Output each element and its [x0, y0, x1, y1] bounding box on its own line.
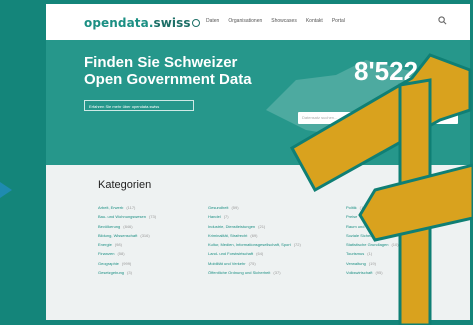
hero-banner: Finden Sie Schweizer Open Government Dat… — [46, 40, 470, 165]
category-link[interactable]: Statistische Grundlagen (10) — [346, 240, 456, 249]
category-link[interactable]: Bevölkerung (846) — [98, 222, 208, 231]
category-link[interactable]: Soziale Sicherheit (161) — [346, 231, 456, 240]
nav-showcases[interactable]: Showcases — [271, 18, 297, 24]
site-logo[interactable]: opendata.swiss — [84, 16, 200, 30]
nav-portal[interactable]: Portal — [332, 18, 345, 24]
nav-daten[interactable]: Daten — [206, 18, 219, 24]
logo-circle-icon — [191, 19, 200, 27]
main-nav: Daten Organisationen Showcases Kontakt P… — [206, 18, 345, 24]
nav-kontakt[interactable]: Kontakt — [306, 18, 323, 24]
category-link[interactable]: Energie (98) — [98, 240, 208, 249]
category-link[interactable]: Verwaltung (19) — [346, 259, 456, 268]
search-input[interactable]: Datensatz suchen... — [298, 112, 458, 124]
category-link[interactable]: Öffentliche Ordnung und Sicherheit (37) — [208, 268, 318, 277]
learn-more-button[interactable]: Erfahren Sie mehr über opendata.swiss — [84, 100, 194, 111]
category-link[interactable]: Bau- und Wohnungswesen (73) — [98, 212, 208, 221]
category-link[interactable]: Raum und Umwelt (248) — [346, 222, 456, 231]
category-link[interactable]: Land- und Forstwirtschaft (64) — [208, 249, 318, 258]
categories-column-2: Gesundheit (59) Handel (7) Industrie, Dien… — [208, 203, 318, 277]
category-link[interactable]: Preise (3) — [346, 212, 456, 221]
logo-text-2: swiss — [153, 16, 191, 30]
category-link[interactable]: Volkswirtschaft (95) — [346, 268, 456, 277]
category-link[interactable]: Gesetzgebung (3) — [98, 268, 208, 277]
search-icon[interactable] — [438, 16, 447, 25]
categories-heading: Kategorien — [98, 179, 152, 191]
search-placeholder: Datensatz suchen... — [302, 115, 338, 120]
category-link[interactable]: Finanzen (58) — [98, 249, 208, 258]
categories-section: Kategorien Arbeit, Erwerb (117) Bau- und … — [46, 165, 470, 320]
dataset-count-label: Datensä — [401, 86, 420, 92]
category-link[interactable]: Industrie, Dienstleistungen (21) — [208, 222, 318, 231]
category-link[interactable]: Arbeit, Erwerb (117) — [98, 203, 208, 212]
category-link[interactable]: Bildung, Wissenschaft (316) — [98, 231, 208, 240]
category-link[interactable]: Handel (7) — [208, 212, 318, 221]
hero-title: Finden Sie Schweizer Open Government Dat… — [84, 54, 252, 88]
logo-text-1: opendata. — [84, 16, 154, 30]
browser-screenshot: opendata.swiss Daten Organisationen Show… — [46, 4, 470, 320]
dataset-count: 8'522 — [354, 56, 419, 86]
categories-column-3: Politik (165) Preise (3) Raum und Umwelt (2… — [346, 203, 456, 277]
category-link[interactable]: Kultur, Medien, Informationsgesellschaft… — [208, 240, 318, 249]
category-link[interactable]: Tourismus (1) — [346, 249, 456, 258]
category-link[interactable]: Mobilität und Verkehr (75) — [208, 259, 318, 268]
category-link[interactable]: Politik (165) — [346, 203, 456, 212]
category-link[interactable]: Gesundheit (59) — [208, 203, 318, 212]
category-link[interactable]: Kriminalität, Strafrecht (69) — [208, 231, 318, 240]
pointer-arrow-icon — [0, 182, 12, 198]
categories-column-1: Arbeit, Erwerb (117) Bau- und Wohnungswes… — [98, 203, 208, 277]
nav-organisationen[interactable]: Organisationen — [228, 18, 262, 24]
top-navigation: opendata.swiss Daten Organisationen Show… — [46, 4, 470, 41]
category-link[interactable]: Geographie (999) — [98, 259, 208, 268]
